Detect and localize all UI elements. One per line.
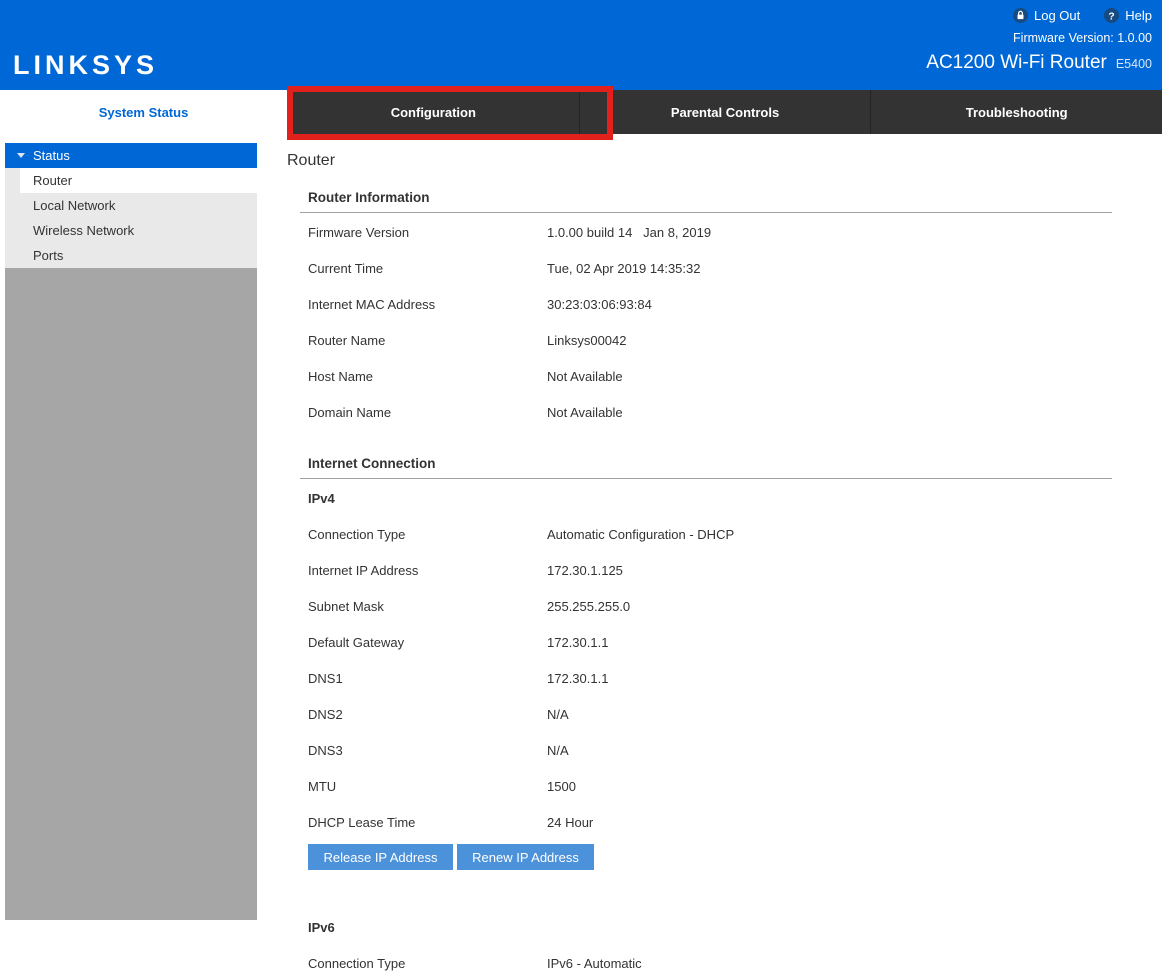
field-label: Host Name	[308, 369, 547, 384]
field-value: Automatic Configuration - DHCP	[547, 527, 734, 542]
field-label: DNS2	[308, 707, 547, 722]
field-value: IPv6 - Automatic	[547, 956, 642, 971]
tab-system-status[interactable]: System Status	[0, 90, 287, 134]
field-value: 24 Hour	[547, 815, 593, 830]
sidebar-item-local-network[interactable]: Local Network	[5, 193, 257, 218]
info-row: Default Gateway 172.30.1.1	[300, 635, 1112, 650]
ipv4-subheading: IPv4	[308, 491, 1112, 506]
field-label: Connection Type	[308, 527, 547, 542]
field-label: Current Time	[308, 261, 547, 276]
firmware-version-label: Firmware Version: 1.0.00	[926, 31, 1152, 45]
ipv6-subheading: IPv6	[308, 920, 1112, 935]
field-label: Firmware Version	[308, 225, 547, 240]
info-row: Current Time Tue, 02 Apr 2019 14:35:32	[300, 261, 1112, 276]
question-mark-icon: ?	[1104, 8, 1119, 23]
sidebar-menu: Router Local Network Wireless Network Po…	[5, 168, 257, 268]
info-row: Internet IP Address 172.30.1.125	[300, 563, 1112, 578]
field-value: Not Available	[547, 369, 623, 384]
info-row: Host Name Not Available	[300, 369, 1112, 384]
info-row: Connection Type Automatic Configuration …	[300, 527, 1112, 542]
main-nav: System Status Configuration Parental Con…	[0, 90, 1162, 134]
help-label: Help	[1125, 8, 1152, 23]
info-row: Connection Type IPv6 - Automatic	[300, 956, 1112, 971]
field-value: 30:23:03:06:93:84	[547, 297, 652, 312]
field-label: Connection Type	[308, 956, 547, 971]
field-value: N/A	[547, 743, 569, 758]
field-label: Domain Name	[308, 405, 547, 420]
logout-label: Log Out	[1034, 8, 1080, 23]
field-label: Internet MAC Address	[308, 297, 547, 312]
ipv4-buttons: Release IP Address Renew IP Address	[308, 844, 1112, 870]
field-label: DNS1	[308, 671, 547, 686]
info-row: Firmware Version 1.0.00 build 14 Jan 8, …	[300, 225, 1112, 240]
help-button[interactable]: ? Help	[1104, 8, 1152, 23]
svg-text:?: ?	[1109, 11, 1115, 22]
sidebar-item-wireless-network[interactable]: Wireless Network	[5, 218, 257, 243]
release-ip-button[interactable]: Release IP Address	[308, 844, 453, 870]
info-row: Internet MAC Address 30:23:03:06:93:84	[300, 297, 1112, 312]
chevron-down-icon	[17, 153, 25, 158]
field-value: 172.30.1.1	[547, 635, 608, 650]
sidebar-filler	[5, 268, 257, 920]
internet-connection-heading: Internet Connection	[300, 456, 1112, 479]
info-row: DHCP Lease Time 24 Hour	[300, 815, 1112, 830]
info-row: Subnet Mask 255.255.255.0	[300, 599, 1112, 614]
field-value: 172.30.1.1	[547, 671, 608, 686]
model-number: E5400	[1116, 57, 1152, 71]
tab-troubleshooting[interactable]: Troubleshooting	[870, 90, 1162, 134]
info-row: Router Name Linksys00042	[300, 333, 1112, 348]
field-label: DHCP Lease Time	[308, 815, 547, 830]
section-internet-connection: Internet Connection IPv4 Connection Type…	[300, 456, 1112, 973]
field-value: N/A	[547, 707, 569, 722]
sidebar: Status Router Local Network Wireless Net…	[5, 143, 257, 920]
info-row: DNS3 N/A	[300, 743, 1112, 758]
tab-parental-controls[interactable]: Parental Controls	[579, 90, 871, 134]
field-value: Tue, 02 Apr 2019 14:35:32	[547, 261, 700, 276]
field-value: Not Available	[547, 405, 623, 420]
app-header: LINKSYS Log Out	[0, 0, 1162, 90]
field-label: MTU	[308, 779, 547, 794]
info-row: DNS2 N/A	[300, 707, 1112, 722]
field-value: 255.255.255.0	[547, 599, 630, 614]
lock-icon	[1013, 8, 1028, 23]
section-router-information: Router Information Firmware Version 1.0.…	[300, 190, 1112, 420]
field-label: Subnet Mask	[308, 599, 547, 614]
renew-ip-button[interactable]: Renew IP Address	[457, 844, 594, 870]
field-value: 1.0.00 build 14 Jan 8, 2019	[547, 225, 711, 240]
tab-configuration[interactable]: Configuration	[287, 90, 579, 134]
main-content: Router Router Information Firmware Versi…	[287, 134, 1127, 973]
info-row: MTU 1500	[300, 779, 1112, 794]
router-admin-screen: LINKSYS Log Out	[0, 0, 1162, 973]
logout-button[interactable]: Log Out	[1013, 8, 1080, 23]
field-label: Internet IP Address	[308, 563, 547, 578]
info-row: Domain Name Not Available	[300, 405, 1112, 420]
sidebar-group-status[interactable]: Status	[5, 143, 257, 168]
field-value: Linksys00042	[547, 333, 627, 348]
sidebar-group-label: Status	[33, 148, 70, 163]
sidebar-item-ports[interactable]: Ports	[5, 243, 257, 268]
page-title: Router	[287, 152, 1127, 170]
field-label: Router Name	[308, 333, 547, 348]
dark-tab-group: Configuration Parental Controls Troubles…	[287, 90, 1162, 134]
field-value: 172.30.1.125	[547, 563, 623, 578]
info-row: DNS1 172.30.1.1	[300, 671, 1112, 686]
field-label: Default Gateway	[308, 635, 547, 650]
field-label: DNS3	[308, 743, 547, 758]
field-value: 1500	[547, 779, 576, 794]
router-information-heading: Router Information	[300, 190, 1112, 213]
sidebar-item-router[interactable]: Router	[20, 168, 257, 193]
header-right: Log Out ? Help Firmware Version: 1.0.00 …	[926, 8, 1152, 74]
linksys-logo: LINKSYS	[13, 50, 158, 81]
product-name: AC1200 Wi-Fi Router	[926, 52, 1107, 74]
